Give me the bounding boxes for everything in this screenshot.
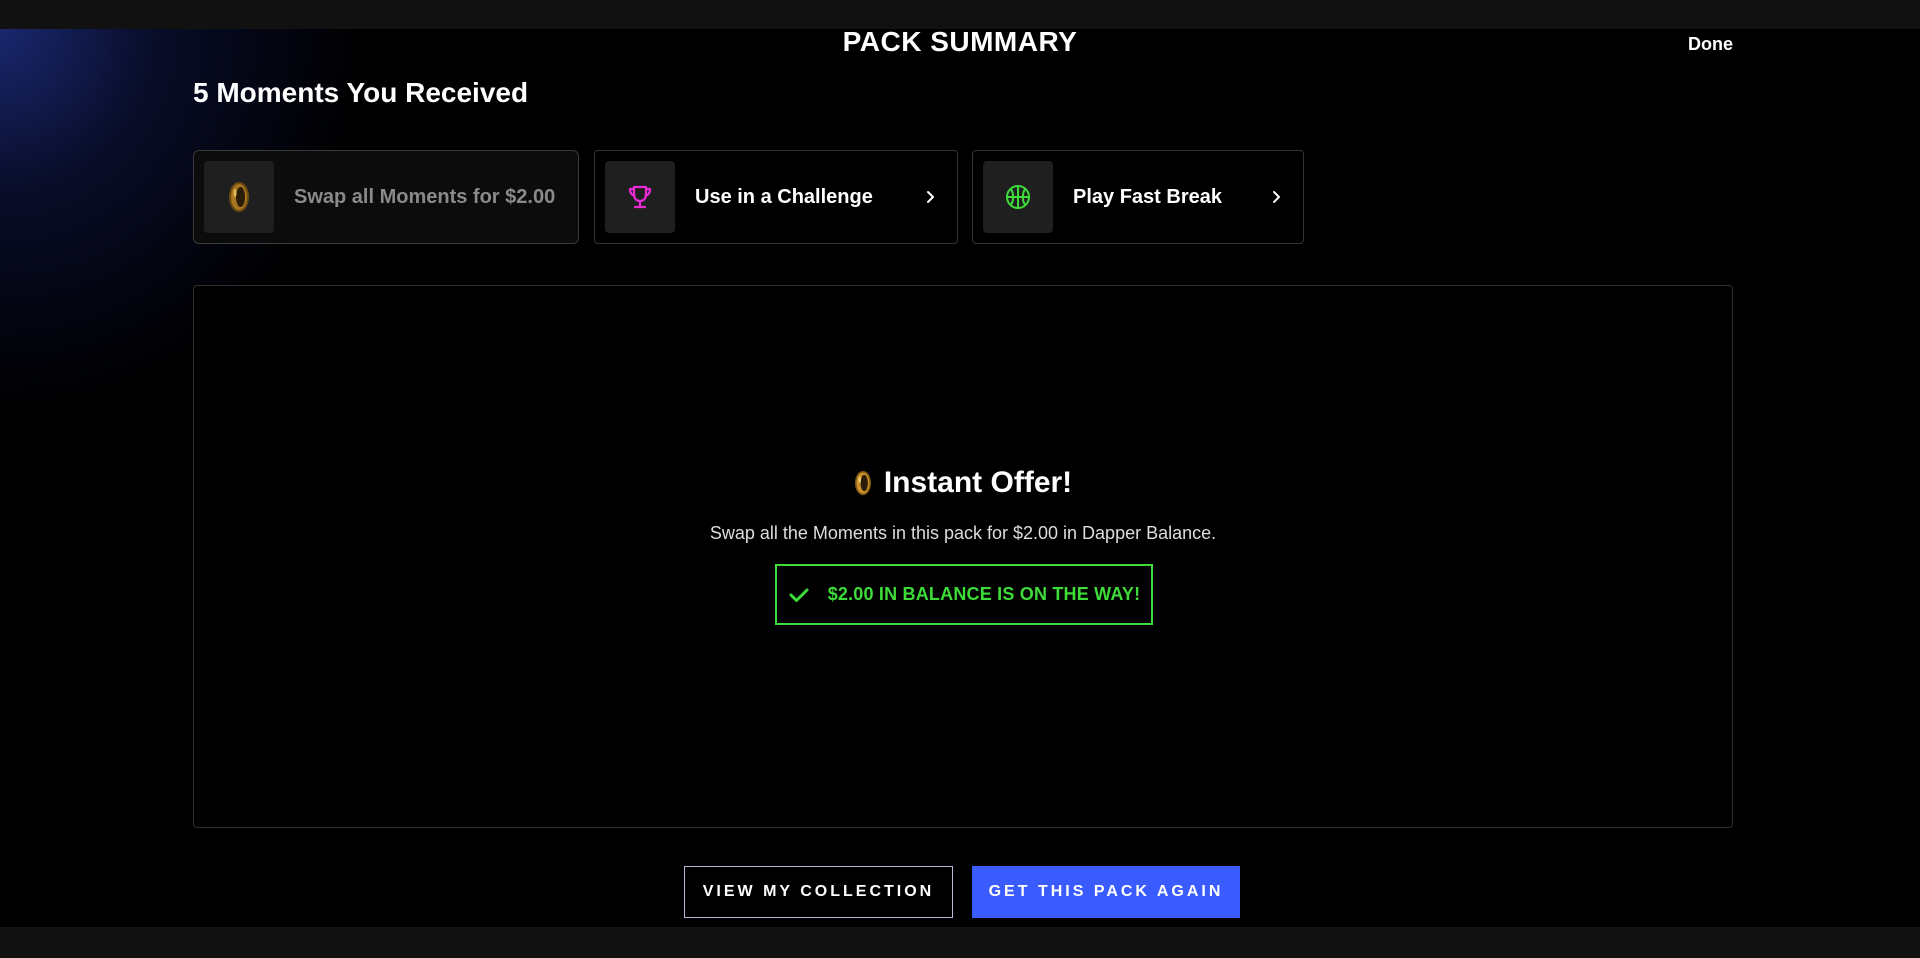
balance-status-badge: $2.00 IN BALANCE IS ON THE WAY! <box>775 564 1153 625</box>
checkmark-icon <box>789 588 809 602</box>
window-bottom-bar <box>0 927 1920 958</box>
balance-status-text: $2.00 IN BALANCE IS ON THE WAY! <box>827 584 1141 604</box>
swap-all-moments-card: Swap all Moments for $2.00 <box>193 150 579 244</box>
offer-title-row: Instant Offer! <box>194 466 1732 500</box>
trophy-icon <box>628 185 652 209</box>
play-fast-break-card[interactable]: Play Fast Break <box>972 150 1304 244</box>
chevron-right-icon <box>1273 191 1280 203</box>
basketball-icon <box>1006 185 1030 209</box>
instant-offer-panel: Instant Offer! Swap all the Moments in t… <box>193 285 1733 828</box>
coin-icon-box <box>204 161 274 233</box>
offer-title: Instant Offer! <box>883 466 1073 499</box>
done-button[interactable]: Done <box>1688 34 1733 55</box>
chevron-right-icon <box>927 191 934 203</box>
swap-all-moments-label: Swap all Moments for $2.00 <box>294 185 556 208</box>
use-in-challenge-label: Use in a Challenge <box>695 185 873 208</box>
trophy-icon-box <box>605 161 675 233</box>
window-top-bar <box>0 0 1920 29</box>
use-in-challenge-card[interactable]: Use in a Challenge <box>594 150 958 244</box>
play-fast-break-label: Play Fast Break <box>1073 185 1222 208</box>
section-heading: 5 Moments You Received <box>193 77 529 108</box>
view-my-collection-button[interactable]: VIEW MY COLLECTION <box>684 866 953 918</box>
coin-icon <box>229 182 249 212</box>
page-title: PACK SUMMARY <box>842 26 1078 57</box>
coin-icon <box>854 470 871 496</box>
basketball-icon-box <box>983 161 1053 233</box>
get-this-pack-again-button[interactable]: GET THIS PACK AGAIN <box>972 866 1240 918</box>
offer-description: Swap all the Moments in this pack for $2… <box>709 523 1217 543</box>
